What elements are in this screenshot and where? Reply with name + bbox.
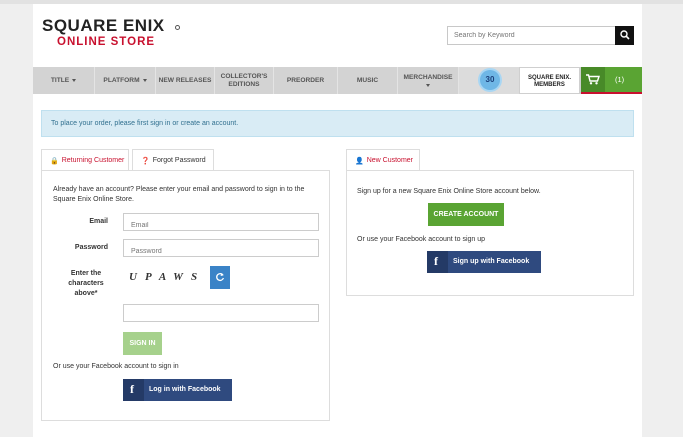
cart-icon-box (581, 67, 605, 92)
facebook-icon-box: f (427, 251, 448, 273)
main-nav: TITLE PLATFORM NEW RELEASES COLLECTOR'S … (33, 67, 642, 94)
logo-line1: SQUARE ENIX (42, 16, 165, 35)
nav-collectors-label: COLLECTOR'S EDITIONS (220, 73, 268, 88)
sign-in-button[interactable]: SIGN IN (123, 332, 162, 355)
search-input[interactable] (448, 27, 616, 44)
nav-preorder-label: PREORDER (286, 76, 325, 84)
user-icon: 👤 (355, 157, 364, 165)
returning-intro: Already have an account? Please enter yo… (53, 186, 305, 203)
password-label: Password (74, 244, 108, 251)
nav-music-label: MUSIC (356, 76, 379, 84)
nav-music[interactable]: MUSIC (338, 67, 398, 94)
anniversary-number: 30 (485, 75, 495, 84)
captcha-field[interactable] (124, 308, 318, 325)
email-label: Email (89, 218, 108, 225)
captcha-label: Enter the characters above* (68, 270, 104, 297)
captcha-refresh-button[interactable] (210, 266, 230, 289)
facebook-signup-label: Sign up with Facebook (453, 258, 530, 265)
password-field-wrap (123, 239, 319, 260)
password-field[interactable] (124, 243, 318, 260)
chevron-down-icon (142, 79, 147, 82)
nav-merchandise[interactable]: MERCHANDISE (398, 67, 459, 94)
tab-returning-label: Returning Customer (61, 157, 125, 164)
facebook-login-label: Log in with Facebook (149, 386, 221, 393)
tab-returning-customer[interactable]: 🔒 Returning Customer (41, 149, 129, 171)
chevron-down-icon (72, 79, 77, 82)
members-link[interactable]: SQUARE ENIX. MEMBERS (519, 67, 580, 94)
anniversary-badge-icon: 30 (480, 70, 500, 90)
chevron-down-icon (426, 84, 430, 88)
tab-new-customer[interactable]: 👤 New Customer (346, 149, 420, 171)
fb-signin-prompt: Or use your Facebook account to sign in (53, 363, 179, 370)
captcha-image: UPAWS (129, 271, 206, 283)
lock-icon: 🔒 (50, 157, 59, 165)
nav-new-releases-label: NEW RELEASES (158, 76, 212, 84)
signin-notice: To place your order, please first sign i… (41, 110, 634, 137)
email-field[interactable] (124, 217, 318, 234)
nav-title-label: TITLE (50, 76, 70, 84)
nav-new-releases[interactable]: NEW RELEASES (156, 67, 215, 94)
ff-anniversary-banner[interactable]: 30 (459, 67, 519, 94)
facebook-icon: f (130, 382, 134, 396)
facebook-signup-button[interactable]: f Sign up with Facebook (427, 251, 541, 273)
nav-platform-label: PLATFORM (103, 76, 140, 84)
email-field-wrap (123, 213, 319, 234)
facebook-icon: f (434, 254, 438, 268)
nav-merchandise-label: MERCHANDISE (403, 73, 453, 81)
fb-signup-prompt: Or use your Facebook account to sign up (357, 236, 486, 243)
nav-preorder[interactable]: PREORDER (274, 67, 338, 94)
returning-customer-panel: Already have an account? Please enter yo… (41, 170, 330, 421)
nav-title[interactable]: TITLE (33, 67, 95, 94)
facebook-login-button[interactable]: f Log in with Facebook (123, 379, 232, 401)
tab-forgot-label: Forgot Password (152, 157, 206, 164)
new-customer-intro: Sign up for a new Square Enix Online Sto… (357, 188, 541, 195)
logo-line2: ONLINE STORE (57, 36, 156, 48)
cart-icon (586, 74, 600, 85)
new-customer-panel: Sign up for a new Square Enix Online Sto… (346, 170, 634, 296)
nav-collectors-editions[interactable]: COLLECTOR'S EDITIONS (215, 67, 274, 94)
nav-platform[interactable]: PLATFORM (95, 67, 156, 94)
store-logo[interactable]: SQUARE ENIX ONLINE STORE (42, 16, 182, 52)
facebook-icon-box: f (123, 379, 144, 401)
refresh-icon (216, 273, 225, 282)
search-icon (620, 30, 630, 40)
tab-forgot-password[interactable]: ❓ Forgot Password (132, 149, 214, 171)
tab-new-label: New Customer (366, 157, 414, 164)
search-box (447, 26, 634, 45)
search-button[interactable] (615, 26, 634, 45)
question-icon: ❓ (141, 157, 150, 165)
captcha-field-wrap (123, 304, 319, 325)
cart-count: (1) (615, 75, 625, 84)
create-account-button[interactable]: CREATE ACCOUNT (428, 203, 504, 226)
registered-icon (175, 25, 180, 30)
page-container: SQUARE ENIX ONLINE STORE TITLE PLATFORM … (33, 4, 642, 437)
cart-button[interactable]: (1) (581, 67, 642, 94)
